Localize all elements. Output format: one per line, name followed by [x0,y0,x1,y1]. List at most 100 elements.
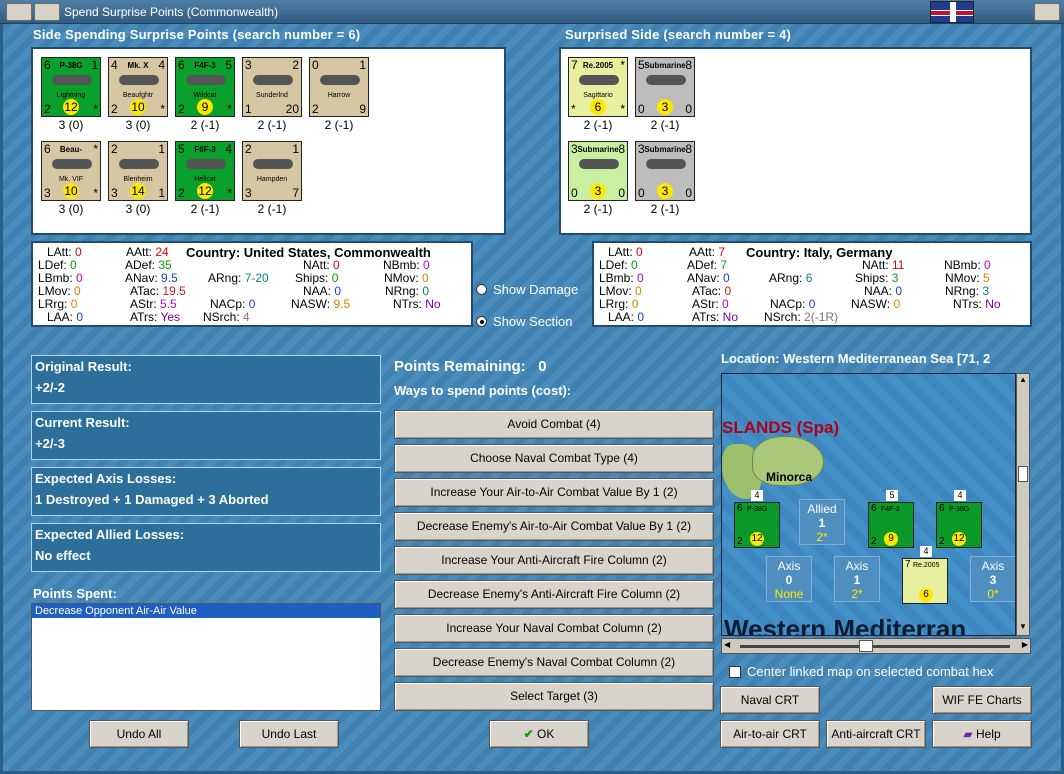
map-counter-f4f3[interactable]: 6 F4F-3 2 9 [868,502,914,548]
unit-counter[interactable]: 4 4 Mk. X Beaufghtr 2 * 10 [108,57,168,117]
nasw-value: 0 [893,297,901,311]
map-counter-re2005[interactable]: 7 Re.2005 6 [902,558,948,604]
map-counter-p38g[interactable]: 6 P-38G 2 12 [734,502,780,548]
naval-crt-button[interactable]: Naval CRT [720,686,820,714]
points-remaining: Points Remaining: 0 [394,358,547,375]
unit-counter[interactable]: 2 1 Hampden 3 7 [242,141,302,201]
astr-value: 0 [722,297,729,311]
unit-stat: * [620,102,625,116]
spend-option-button[interactable]: Increase Your Anti-Aircraft Fire Column … [394,546,714,575]
country-label: Country: [746,245,801,260]
unit-stat: 1 [359,58,366,72]
unit-name: Re.2005 [582,61,614,70]
spending-stats-panel: LAtt: 0 AAtt: 24 Country: United States,… [31,241,473,327]
allied-losses-label: Expected Allied Losses: [35,527,185,542]
unit-name: P-38G [59,61,83,70]
natt-label: NAtt: [303,258,330,272]
help-button[interactable]: ▰ Help [932,720,1032,748]
nrng-label: NRng: [385,284,420,298]
spend-option-button[interactable]: Avoid Combat (4) [394,410,714,439]
spend-option-button[interactable]: Decrease Enemy's Air-to-Air Combat Value… [394,512,714,541]
unit-stat: 2 [111,142,118,156]
unit-subname: Harrow [327,92,351,99]
wif-charts-button[interactable]: WIF FE Charts [932,686,1032,714]
natt-label: NAtt: [862,258,889,272]
scroll-down-icon[interactable]: ▼ [1018,622,1028,634]
lrng-label: LRrg: [599,297,629,311]
unit-counter[interactable]: 3 8 Submarine 0 0 3 [635,141,695,201]
show-section-radio[interactable]: Show Section [476,314,573,329]
scroll-left-icon[interactable]: ◀ [724,640,730,649]
counter-name: Re.2005 [913,562,940,569]
unit-name: Submarine [577,145,619,154]
unit-counter[interactable]: 7 * Re.2005 Sagittario * * 6 [568,57,628,117]
map-counter-p38g-2[interactable]: 6 P-38G 2 12 [936,502,982,548]
unit-caption: 2 (-1) [324,118,354,132]
show-damage-label: Show Damage [493,282,579,297]
ok-button[interactable]: ✔ OK [489,720,589,748]
show-damage-radio[interactable]: Show Damage [476,282,578,297]
spend-option-button[interactable]: Increase Your Naval Combat Column (2) [394,614,714,643]
mini-map[interactable]: SLANDS (Spa) Minorca 6 P-38G 2 12 4 Allied 1… [721,373,1016,636]
unit-stat: 9 [359,102,366,116]
map-vertical-scrollbar[interactable]: ▲ ▼ [1016,373,1030,636]
close-button[interactable] [1034,3,1060,21]
naa-label: NAA: [303,284,332,298]
anav-value: 0 [723,271,730,285]
unit-counter[interactable]: 6 * Beau- Mk. VIF 3 * 10 [41,141,101,201]
unit-subname: Beaufghtr [122,92,154,99]
spend-option-button[interactable]: Decrease Enemy's Naval Combat Column (2) [394,648,714,677]
unit-counter[interactable]: 0 1 Harrow 2 9 [309,57,369,117]
spend-option-button[interactable]: Select Target (3) [394,682,714,711]
unit-cost: 9 [197,99,213,115]
undo-last-button[interactable]: Undo Last [239,720,339,748]
minimize-button[interactable] [34,3,60,21]
scroll-thumb[interactable] [859,640,873,652]
spend-option-button[interactable]: Increase Your Air-to-Air Combat Value By… [394,478,714,507]
radio-selected-icon [476,316,487,327]
unit-counter[interactable]: 5 8 Submarine 0 0 3 [635,57,695,117]
unit-counter[interactable]: 3 8 Submarine 0 0 3 [568,141,628,201]
ntrs-label: NTrs: [953,297,982,311]
counter-stat: 6 [737,503,743,514]
unit-counter[interactable]: 2 1 Blenheim 3 1 14 [108,141,168,201]
arng-value: 6 [805,271,813,285]
spending-side-header: Side Spending Surprise Points (search nu… [33,27,361,42]
lbmb-value: 0 [637,271,644,285]
latt-value: 0 [636,245,643,259]
counter-stat: 2 [737,536,743,547]
lbmb-value: 0 [76,271,83,285]
summary-value: 2* [816,530,828,544]
lmov-label: LMov: [599,284,632,298]
axis-losses-label: Expected Axis Losses: [35,471,177,486]
ok-label: OK [537,727,555,741]
plane-silhouette-icon [186,159,226,169]
unit-counter[interactable]: 6 5 F4F-3 Wildcat 2 * 9 [175,57,235,117]
air-to-air-crt-button[interactable]: Air-to-air CRT [720,720,820,748]
atac-label: ATac: [692,284,722,298]
system-menu-button[interactable] [6,3,32,21]
unit-counter[interactable]: 5 4 F6F-3 Hellcat 2 * 12 [175,141,235,201]
laa-value: 0 [637,310,645,324]
summary-value: 2* [851,587,863,601]
center-map-checkbox[interactable]: Center linked map on selected combat hex [729,664,1033,682]
scroll-right-icon[interactable]: ▶ [1022,640,1028,649]
points-spent-list[interactable]: Decrease Opponent Air-Air Value [31,603,381,711]
map-horizontal-scrollbar[interactable]: ◀ ▶ [721,638,1031,654]
scroll-thumb[interactable] [1018,466,1028,482]
plane-silhouette-icon [646,75,686,85]
original-result-value: +2/-2 [35,380,65,395]
unit-stat: 3 [245,58,252,72]
anti-aircraft-crt-button[interactable]: Anti-aircraft CRT [826,720,926,748]
spend-option-button[interactable]: Choose Naval Combat Type (4) [394,444,714,473]
counter-stack-badge: 4 [920,546,932,557]
plane-silhouette-icon [579,159,619,169]
scroll-up-icon[interactable]: ▲ [1018,375,1028,387]
unit-counter[interactable]: 6 1 P-38G Lightning 2 * 12 [41,57,101,117]
nbmb-value: 0 [423,258,430,272]
list-item[interactable]: Decrease Opponent Air-Air Value [32,604,380,618]
undo-all-button[interactable]: Undo All [89,720,189,748]
unit-counter[interactable]: 3 2 Sunderlnd 1 20 [242,57,302,117]
spend-option-button[interactable]: Decrease Enemy's Anti-Aircraft Fire Colu… [394,580,714,609]
unit-cost: 3 [590,183,606,199]
